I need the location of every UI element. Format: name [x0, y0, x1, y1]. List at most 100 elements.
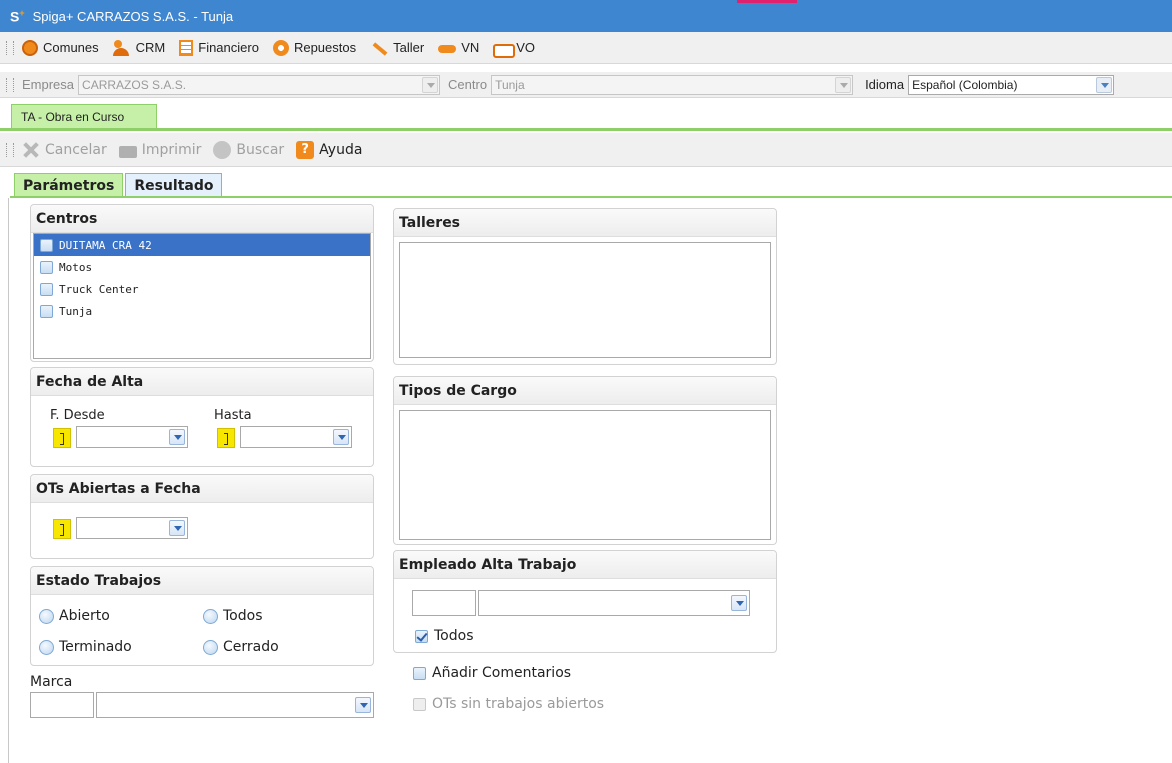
idioma-select[interactable]: Español (Colombia) [908, 74, 1115, 95]
ots-abiertas-panel: OTs Abiertas a Fecha [30, 474, 374, 559]
cancel-icon [22, 141, 40, 159]
menu-item-repuestos[interactable]: Repuestos [272, 39, 356, 56]
centro-select[interactable]: Tunja [491, 74, 854, 95]
calculator-icon [179, 39, 194, 56]
wrench-icon [370, 40, 388, 56]
centro-checkbox[interactable] [40, 282, 53, 296]
chevron-down-icon[interactable] [1096, 76, 1113, 93]
tipos-cargo-panel: Tipos de Cargo [393, 376, 777, 545]
radio-todos[interactable]: Todos [203, 608, 262, 624]
ots-fecha-input[interactable] [76, 517, 188, 539]
empleado-select[interactable] [478, 590, 750, 616]
menu-item-crm[interactable]: CRM [112, 39, 165, 56]
estado-trabajos-panel: Estado Trabajos Abierto Todos Terminado … [30, 566, 374, 666]
chevron-down-icon[interactable] [422, 76, 439, 93]
centro-checkbox[interactable] [40, 304, 53, 318]
help-button[interactable]: ? Ayuda [296, 140, 362, 159]
empleado-todos-checkbox[interactable]: Todos [415, 628, 473, 644]
chevron-down-icon[interactable] [169, 429, 185, 445]
empleado-panel: Empleado Alta Trabajo Todos [393, 550, 777, 653]
menu-item-vo[interactable]: VO [493, 40, 535, 58]
print-button[interactable]: Imprimir [118, 142, 201, 158]
list-item[interactable]: Tunja [34, 300, 370, 322]
radio-abierto[interactable]: Abierto [39, 608, 110, 624]
empresa-select[interactable]: CARRAZOS S.A.S. [78, 74, 441, 95]
fecha-alta-title: Fecha de Alta [31, 368, 373, 396]
app-logo: S+ [10, 7, 25, 25]
menu-grip[interactable] [6, 40, 14, 55]
search-icon [213, 140, 232, 159]
radio-button[interactable] [203, 608, 218, 624]
calendar-icon[interactable] [53, 428, 71, 448]
company-bar: Empresa CARRAZOS S.A.S. Centro Tunja Idi… [0, 72, 1172, 98]
idioma-label: Idioma [865, 77, 905, 92]
marca-code-input[interactable] [30, 692, 94, 718]
calendar-icon[interactable] [217, 428, 235, 448]
globe-icon [22, 39, 38, 56]
centros-title: Centros [31, 205, 373, 233]
calendar-icon[interactable] [53, 519, 71, 539]
centros-panel: Centros DUITAMA CRA 42 Motos Truck Cente… [30, 204, 374, 362]
talleres-title: Talleres [394, 209, 776, 237]
window-title: Spiga+ CARRAZOS S.A.S. - Tunja [32, 8, 234, 24]
toolbar-grip[interactable] [6, 142, 14, 157]
ots-abiertas-title: OTs Abiertas a Fecha [31, 475, 373, 503]
list-item[interactable]: DUITAMA CRA 42 [34, 234, 370, 256]
car-icon [438, 40, 457, 56]
users-icon [112, 39, 131, 56]
title-bar: S+ Spiga+ CARRAZOS S.A.S. - Tunja [0, 0, 1172, 32]
main-menu: Comunes CRM Financiero Repuestos Taller … [0, 32, 1172, 64]
printer-icon [118, 145, 137, 158]
menu-item-taller[interactable]: Taller [370, 40, 424, 56]
list-item[interactable]: Motos [34, 256, 370, 278]
radio-terminado[interactable]: Terminado [39, 639, 132, 655]
search-button[interactable]: Buscar [213, 140, 284, 159]
desde-label: F. Desde [50, 408, 105, 423]
talleres-list[interactable] [399, 242, 771, 358]
radio-button[interactable] [39, 639, 54, 655]
empresa-label: Empresa [22, 77, 75, 92]
comentarios-checkbox[interactable]: Añadir Comentarios [413, 665, 571, 681]
empleado-title: Empleado Alta Trabajo [394, 551, 776, 579]
talleres-panel: Talleres [393, 208, 777, 365]
menu-item-financiero[interactable]: Financiero [179, 39, 259, 56]
hasta-label: Hasta [214, 408, 252, 423]
fecha-alta-panel: Fecha de Alta F. Desde Hasta [30, 367, 374, 467]
list-item[interactable]: Truck Center [34, 278, 370, 300]
marca-select[interactable] [96, 692, 374, 718]
tab-parametros[interactable]: Parámetros [14, 173, 124, 197]
sin-trabajos-checkbox[interactable]: OTs sin trabajos abiertos [413, 696, 604, 712]
cancel-button[interactable]: Cancelar [22, 141, 107, 159]
tipos-cargo-title: Tipos de Cargo [394, 377, 776, 405]
chevron-down-icon[interactable] [333, 429, 349, 445]
checkbox[interactable] [413, 697, 426, 711]
centros-list[interactable]: DUITAMA CRA 42 Motos Truck Center Tunja [33, 233, 371, 359]
estado-trabajos-title: Estado Trabajos [31, 567, 373, 595]
marca-label: Marca [30, 674, 73, 690]
radio-cerrado[interactable]: Cerrado [203, 639, 279, 655]
chevron-down-icon[interactable] [835, 76, 852, 93]
action-toolbar: Cancelar Imprimir Buscar ? Ayuda [0, 133, 1172, 167]
tab-resultado[interactable]: Resultado [125, 173, 223, 197]
desde-date-input[interactable] [76, 426, 188, 448]
checkbox[interactable] [415, 629, 428, 643]
chevron-down-icon[interactable] [731, 595, 747, 611]
radio-button[interactable] [39, 608, 54, 624]
company-bar-grip[interactable] [6, 77, 14, 92]
checkbox[interactable] [413, 666, 426, 680]
tab-underline [0, 128, 1172, 131]
tipos-cargo-list[interactable] [399, 410, 771, 540]
gear-icon [272, 39, 289, 56]
title-accent [737, 0, 797, 3]
hasta-date-input[interactable] [240, 426, 352, 448]
tab-obra-en-curso[interactable]: TA - Obra en Curso [11, 104, 157, 128]
centro-checkbox[interactable] [40, 260, 53, 274]
centro-label: Centro [448, 77, 488, 92]
radio-button[interactable] [203, 639, 218, 655]
centro-checkbox[interactable] [40, 238, 53, 252]
chevron-down-icon[interactable] [355, 697, 371, 713]
empleado-code-input[interactable] [412, 590, 476, 616]
menu-item-comunes[interactable]: Comunes [22, 39, 99, 56]
chevron-down-icon[interactable] [169, 520, 185, 536]
menu-item-vn[interactable]: VN [438, 40, 479, 56]
